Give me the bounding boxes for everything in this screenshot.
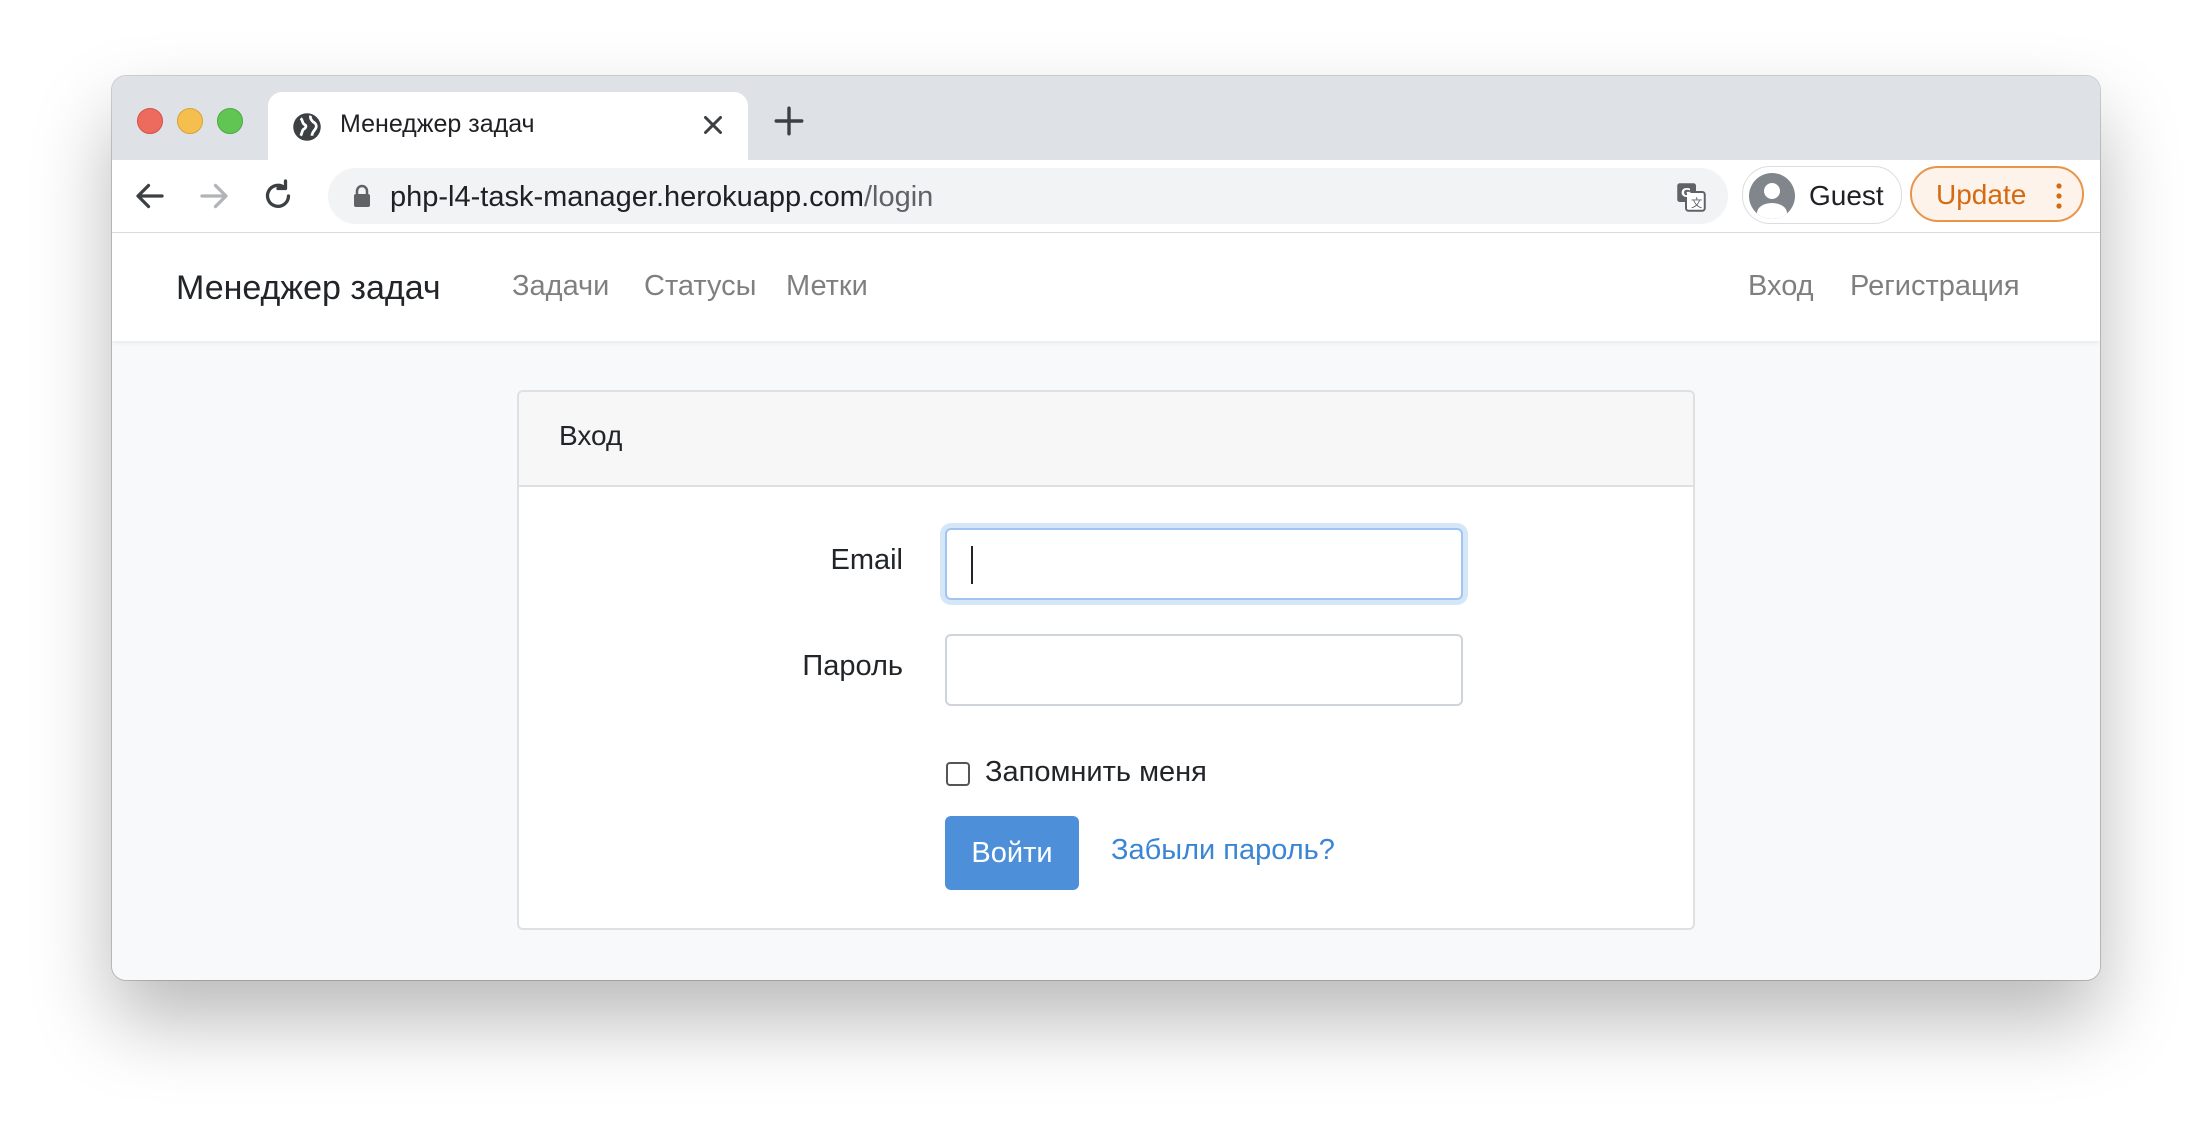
more-vert-icon[interactable] (2056, 182, 2062, 210)
tab-title: Менеджер задач (340, 110, 535, 138)
lock-icon[interactable] (352, 184, 372, 208)
svg-text:文: 文 (1691, 196, 1702, 210)
remember-me-checkbox[interactable] (946, 762, 970, 786)
profile-name: Guest (1809, 180, 1884, 211)
text-caret (971, 546, 973, 584)
url-text: php-l4-task-manager.herokuapp.com/login (390, 181, 933, 214)
web-page: Менеджер задач Задачи Статусы Метки Вход… (112, 233, 2100, 980)
maximize-window-button[interactable] (217, 108, 243, 134)
nav-link-register[interactable]: Регистрация (1850, 270, 2020, 303)
globe-icon (293, 113, 321, 141)
password-field[interactable] (945, 634, 1463, 706)
login-submit-button[interactable]: Войти (945, 816, 1079, 890)
login-card: Вход Email Пароль Запомнить меня Войти З… (517, 390, 1695, 930)
translate-icon[interactable]: G 文 (1676, 182, 1706, 212)
url-path: /login (863, 181, 934, 213)
back-arrow-icon[interactable] (132, 178, 168, 214)
tab-active[interactable]: Менеджер задач (268, 92, 748, 160)
update-label: Update (1936, 179, 2027, 210)
forward-arrow-icon[interactable] (196, 178, 232, 214)
avatar (1749, 173, 1795, 219)
svg-text:G: G (1681, 185, 1691, 200)
minimize-window-button[interactable] (177, 108, 203, 134)
close-icon[interactable] (698, 110, 728, 140)
new-tab-icon[interactable] (772, 104, 806, 138)
browser-window: Менеджер задач php-l4-task-manager.herok… (112, 76, 2100, 980)
url-host: php-l4-task-manager.herokuapp.com (390, 181, 864, 213)
tab-strip: Менеджер задач (112, 76, 2100, 160)
update-button[interactable]: Update (1910, 166, 2084, 222)
profile-button[interactable]: Guest (1742, 166, 1902, 224)
brand-link[interactable]: Менеджер задач (176, 269, 441, 308)
site-navbar: Менеджер задач Задачи Статусы Метки Вход… (112, 233, 2100, 341)
login-card-header: Вход (519, 392, 1693, 487)
email-field[interactable] (945, 528, 1463, 600)
close-window-button[interactable] (137, 108, 163, 134)
email-label: Email (830, 544, 903, 576)
nav-link-tasks[interactable]: Задачи (512, 270, 609, 303)
forgot-password-link[interactable]: Забыли пароль? (1111, 834, 1335, 867)
browser-toolbar: php-l4-task-manager.herokuapp.com/login … (112, 160, 2100, 233)
password-label: Пароль (802, 650, 903, 682)
remember-me-label[interactable]: Запомнить меня (985, 756, 1207, 789)
nav-link-statuses[interactable]: Статусы (644, 270, 757, 303)
address-bar[interactable]: php-l4-task-manager.herokuapp.com/login … (328, 168, 1728, 224)
screenshot-stage: Менеджер задач php-l4-task-manager.herok… (0, 0, 2212, 1128)
reload-icon[interactable] (260, 178, 296, 214)
nav-link-labels[interactable]: Метки (786, 270, 868, 303)
nav-link-login[interactable]: Вход (1748, 270, 1814, 303)
login-card-title: Вход (559, 420, 623, 451)
